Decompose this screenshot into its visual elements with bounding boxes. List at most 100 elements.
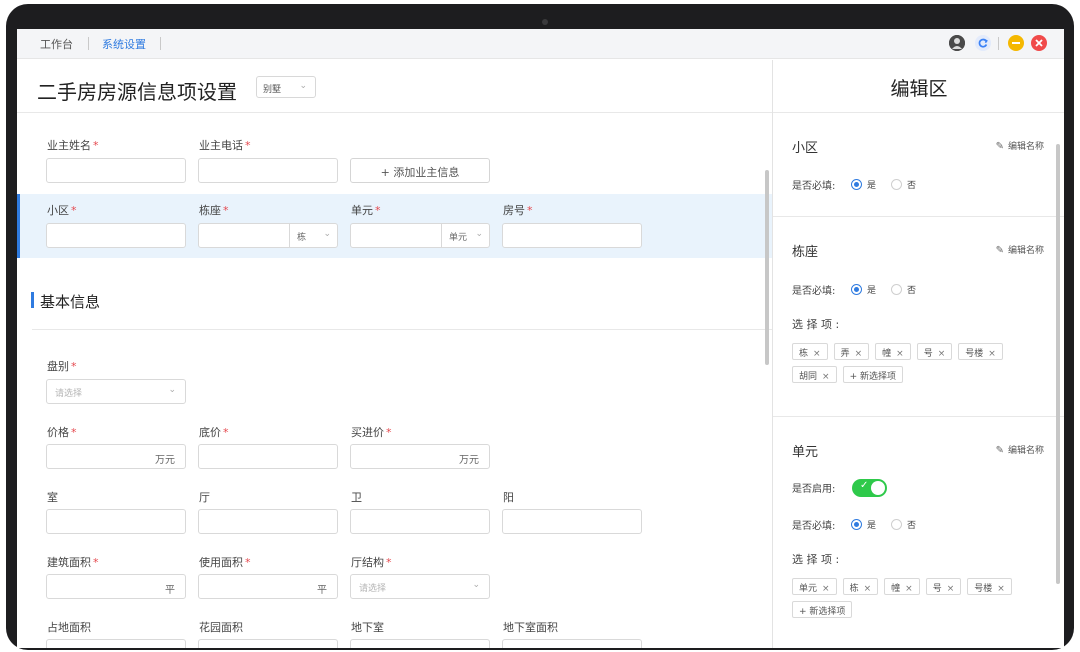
- radio-yes[interactable]: [851, 284, 862, 295]
- use-area-input[interactable]: 平: [198, 574, 338, 599]
- radio-no-label: 否: [907, 521, 917, 531]
- divider: [773, 112, 1064, 113]
- option-tag[interactable]: 栋 ×: [792, 343, 828, 360]
- property-type-value: 别墅: [263, 85, 282, 95]
- build-area-input[interactable]: 平: [46, 574, 186, 599]
- property-type-select[interactable]: 别墅 ⌄: [256, 76, 316, 98]
- check-icon: ✓: [860, 480, 869, 491]
- form-scrollbar[interactable]: [765, 170, 769, 365]
- avatar-icon[interactable]: [949, 35, 965, 51]
- radio-yes[interactable]: [851, 179, 862, 190]
- build-area-unit: 平: [165, 585, 175, 596]
- chevron-down-icon: ⌄: [475, 229, 483, 239]
- community-input[interactable]: [46, 223, 186, 248]
- radio-yes[interactable]: [851, 519, 862, 530]
- price-input[interactable]: 万元: [46, 444, 186, 469]
- buy-price-label: 买进价 *: [351, 426, 392, 439]
- tab-workbench[interactable]: 工作台: [40, 36, 73, 52]
- option-tag[interactable]: 号楼 ×: [967, 578, 1012, 595]
- radio-no[interactable]: [891, 179, 903, 190]
- editor-item-name: 栋座: [792, 245, 819, 260]
- edit-name-button[interactable]: ✎ 编辑名称: [996, 443, 1044, 456]
- room-number-input[interactable]: [502, 223, 642, 248]
- hall-struct-placeholder: 请选择: [359, 584, 387, 594]
- owner-phone-input[interactable]: [198, 158, 338, 183]
- building-label: 栋座 *: [199, 204, 229, 217]
- radio-yes-label: 是: [867, 286, 877, 296]
- building-unit-select[interactable]: 栋 ⌄: [289, 224, 337, 247]
- basement-input[interactable]: [350, 639, 490, 648]
- remove-icon[interactable]: ×: [988, 349, 996, 359]
- build-area-label: 建筑面积 *: [47, 556, 99, 569]
- enabled-label: 是否启用:: [792, 484, 836, 495]
- minimize-icon[interactable]: [1008, 35, 1024, 51]
- edit-name-label: 编辑名称: [1007, 446, 1044, 456]
- building-input[interactable]: 栋 ⌄: [198, 223, 338, 248]
- radio-no-label: 否: [907, 181, 917, 191]
- required-radio-group[interactable]: 是 否: [851, 283, 916, 296]
- add-owner-button[interactable]: + 添加业主信息: [350, 158, 490, 183]
- required-label: 是否必填:: [792, 181, 836, 192]
- option-tag[interactable]: 单元 ×: [792, 578, 837, 595]
- floor-price-input[interactable]: [198, 444, 338, 469]
- remove-icon[interactable]: ×: [896, 349, 904, 359]
- editor-title: 编辑区: [890, 78, 948, 100]
- edit-name-button[interactable]: ✎ 编辑名称: [996, 139, 1044, 152]
- remove-icon[interactable]: ×: [855, 349, 863, 359]
- option-tag[interactable]: 号 ×: [916, 343, 953, 360]
- new-option-button[interactable]: + 新选择项: [842, 366, 903, 383]
- hall-input[interactable]: [198, 509, 338, 534]
- settings-form: 二手房房源信息项设置 别墅 ⌄ 业主姓名 * 业主电话 * + 添加业主信息 小区 *…: [17, 60, 772, 648]
- buy-price-input[interactable]: 万元: [350, 444, 490, 469]
- chevron-down-icon: ⌄: [323, 229, 331, 239]
- radio-no[interactable]: [891, 284, 903, 295]
- required-radio-group[interactable]: 是 否: [851, 178, 916, 191]
- owner-name-input[interactable]: [46, 158, 186, 183]
- pan-label: 盘别 *: [47, 360, 77, 373]
- hall-struct-select[interactable]: 请选择 ⌄: [350, 574, 490, 599]
- option-tag[interactable]: 栋 ×: [842, 578, 879, 595]
- divider: [773, 416, 1064, 417]
- balcony-label: 阳: [503, 491, 514, 504]
- close-icon[interactable]: [1031, 35, 1047, 51]
- unit-label: 单元 *: [351, 204, 381, 217]
- remove-icon[interactable]: ×: [864, 584, 872, 594]
- options-label: 选 择 项 :: [792, 318, 840, 331]
- remove-icon[interactable]: ×: [822, 372, 830, 382]
- pan-select[interactable]: 请选择 ⌄: [46, 379, 186, 404]
- basement-area-input[interactable]: [502, 639, 642, 648]
- tab-system-settings[interactable]: 系统设置: [102, 36, 146, 52]
- unit-input[interactable]: 单元 ⌄: [350, 223, 490, 248]
- refresh-icon[interactable]: [975, 35, 991, 51]
- required-radio-group[interactable]: 是 否: [851, 518, 916, 531]
- option-tag[interactable]: 幢 ×: [884, 578, 920, 595]
- bath-label: 卫: [351, 491, 362, 504]
- chevron-down-icon: ⌄: [472, 580, 480, 590]
- option-tag[interactable]: 胡同 ×: [792, 366, 837, 383]
- editor-panel: 编辑区 小区 ✎ 编辑名称 是否必填: 是 否 栋座 ✎ 编辑名称 是否必填: 是 …: [772, 60, 1064, 648]
- option-tag[interactable]: 号楼 ×: [958, 343, 1003, 360]
- enabled-toggle[interactable]: ✓: [852, 479, 887, 497]
- balcony-input[interactable]: [502, 509, 642, 534]
- option-tag[interactable]: 号 ×: [925, 578, 962, 595]
- unit-unit-select[interactable]: 单元 ⌄: [441, 224, 489, 247]
- room-input[interactable]: [46, 509, 186, 534]
- edit-name-button[interactable]: ✎ 编辑名称: [996, 243, 1044, 256]
- garden-area-input[interactable]: [198, 639, 338, 648]
- editor-scrollbar[interactable]: [1056, 144, 1060, 584]
- option-tag[interactable]: 幢 ×: [875, 343, 911, 360]
- land-area-input[interactable]: [46, 639, 186, 648]
- remove-icon[interactable]: ×: [947, 584, 955, 594]
- page-title: 二手房房源信息项设置: [37, 80, 237, 104]
- radio-no[interactable]: [891, 519, 903, 530]
- remove-icon[interactable]: ×: [813, 349, 821, 359]
- new-option-button[interactable]: + 新选择项: [792, 601, 853, 618]
- remove-icon[interactable]: ×: [997, 584, 1005, 594]
- owner-phone-label: 业主电话 *: [199, 139, 251, 152]
- option-tag[interactable]: 弄 ×: [833, 343, 870, 360]
- bath-input[interactable]: [350, 509, 490, 534]
- room-label: 室: [47, 491, 58, 504]
- remove-icon[interactable]: ×: [938, 349, 946, 359]
- remove-icon[interactable]: ×: [822, 584, 830, 594]
- remove-icon[interactable]: ×: [905, 584, 913, 594]
